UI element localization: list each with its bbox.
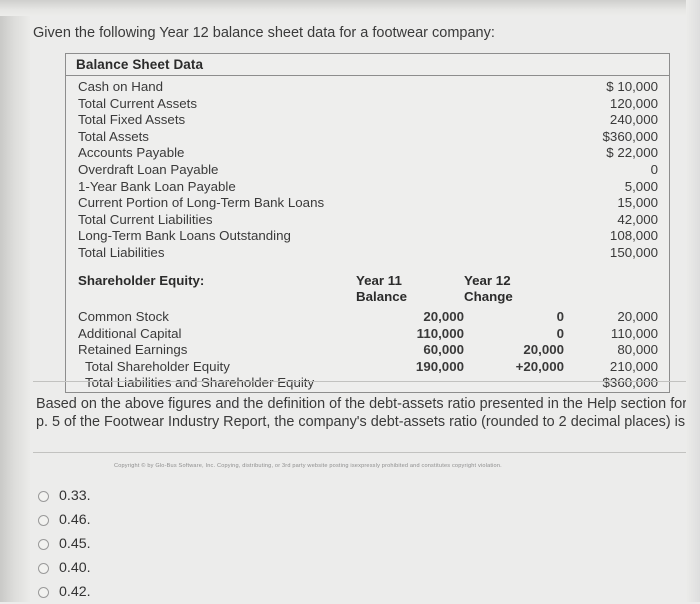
year11-header-line1: Year 11 [356,272,402,288]
equity-row: Additional Capital 110,000 0 110,000 [66,326,669,343]
answer-option[interactable]: 0.45. [38,532,278,556]
row-label: 1-Year Bank Loan Payable [78,178,236,194]
answer-option[interactable]: 0.42. [38,580,278,604]
equity-row-change: 20,000 [523,342,564,358]
shareholder-equity-label: Shareholder Equity: [78,272,205,288]
equity-row-change: 0 [556,325,564,341]
table-row: Overdraft Loan Payable 0 [66,162,669,179]
radio-button-icon[interactable] [38,514,49,526]
row-label: Total Current Liabilities [78,211,213,227]
equity-row-change: +20,000 [515,358,564,374]
equity-row-total: $360,000 [602,375,658,391]
row-value: 150,000 [609,244,658,260]
answer-option[interactable]: 0.46. [38,508,278,532]
row-value: 42,000 [617,211,658,227]
table-row: Total Fixed Assets 240,000 [66,112,669,129]
table-row: Total Current Liabilities 42,000 [66,212,669,229]
row-value: 240,000 [609,112,658,128]
row-label: Total Liabilities [78,244,165,260]
row-label: Overdraft Loan Payable [78,161,219,177]
row-label: Current Portion of Long-Term Bank Loans [78,195,325,211]
radio-button-icon[interactable] [38,538,49,550]
radio-button-icon[interactable] [38,562,49,574]
row-label: Total Assets [78,128,149,144]
equity-row-label: Total Liabilities and Shareholder Equity [85,375,315,391]
answer-option-label: 0.46. [59,512,91,528]
equity-row-label: Total Shareholder Equity [85,358,230,374]
year12-change-header: Year 12 Change [464,273,564,305]
answer-option[interactable]: 0.33. [38,484,278,508]
row-value: $ 10,000 [606,79,658,94]
year12-header-line1: Year 12 [464,272,511,288]
row-value: 120,000 [609,95,658,111]
equity-row-balance: 110,000 [416,325,464,341]
table-row: Cash on Hand $ 10,000 [66,79,669,96]
equity-row-label: Retained Earnings [78,342,188,358]
row-label: Long-Term Bank Loans Outstanding [78,228,291,244]
row-label: Total Current Assets [78,95,197,111]
year11-balance-header: Year 11 Balance [356,273,464,305]
question-page: Given the following Year 12 balance shee… [0,0,700,602]
answer-option-label: 0.42. [59,584,91,600]
equity-row-label: Additional Capital [78,325,182,341]
balance-sheet-table: Balance Sheet Data Cash on Hand $ 10,000 T… [65,53,670,393]
radio-button-icon[interactable] [38,490,49,502]
intro-text: Given the following Year 12 balance shee… [33,25,495,41]
radio-button-icon[interactable] [38,586,49,598]
row-value: 108,000 [609,228,658,244]
row-label: Cash on Hand [78,79,164,94]
equity-row: Total Liabilities and Shareholder Equity… [66,375,669,392]
equity-row-change: 0 [556,308,564,324]
answer-option[interactable]: 0.40. [38,556,278,580]
balance-sheet-rows: Cash on Hand $ 10,000 Total Current Assets… [66,76,669,264]
equity-row-total: 80,000 [617,342,658,358]
row-value: 15,000 [617,195,658,211]
row-value: $ 22,000 [606,145,658,161]
table-row: Total Liabilities 150,000 [66,245,669,262]
question-text: Based on the above figures and the defin… [36,396,687,430]
section-divider-top [33,381,686,382]
row-value: 0 [650,161,658,177]
shareholder-equity-header: Shareholder Equity: Year 11 Balance Year… [66,273,669,305]
answer-option-label: 0.40. [59,560,91,576]
balance-sheet-title: Balance Sheet Data [66,54,669,76]
table-row: Accounts Payable $ 22,000 [66,145,669,162]
section-divider-bottom [33,452,686,453]
equity-row-balance: 190,000 [415,358,464,374]
equity-row: Retained Earnings 60,000 20,000 80,000 [66,342,669,359]
year12-header-line2: Change [464,288,513,304]
answer-option-label: 0.33. [59,488,91,504]
shareholder-equity-rows: Common Stock 20,000 0 20,000 Additional Capi… [66,309,669,392]
answer-option-label: 0.45. [59,536,91,552]
year11-header-line2: Balance [356,288,407,304]
table-row: Total Current Assets 120,000 [66,96,669,113]
equity-row-total: 110,000 [610,325,658,341]
equity-row-label: Common Stock [78,308,169,324]
table-row: Total Assets $360,000 [66,129,669,146]
row-label: Total Fixed Assets [78,112,186,128]
table-row: Long-Term Bank Loans Outstanding 108,000 [66,228,669,245]
equity-row-total: 210,000 [609,358,658,374]
equity-row-balance: 20,000 [423,308,464,324]
answer-options: 0.33. 0.46. 0.45. 0.40. 0.42. [38,484,278,604]
copyright-notice: Copyright © by Glo-Bus Software, Inc. Co… [114,463,502,469]
equity-row: Common Stock 20,000 0 20,000 [66,309,669,326]
equity-row: Total Shareholder Equity 190,000 +20,000 21… [66,359,669,376]
equity-row-total: 20,000 [617,308,658,324]
equity-row-balance: 60,000 [423,342,464,358]
row-label: Accounts Payable [78,145,185,161]
row-value: 5,000 [624,178,658,194]
row-value: $360,000 [602,128,658,144]
table-row: 1-Year Bank Loan Payable 5,000 [66,179,669,196]
table-row: Current Portion of Long-Term Bank Loans 1… [66,195,669,212]
